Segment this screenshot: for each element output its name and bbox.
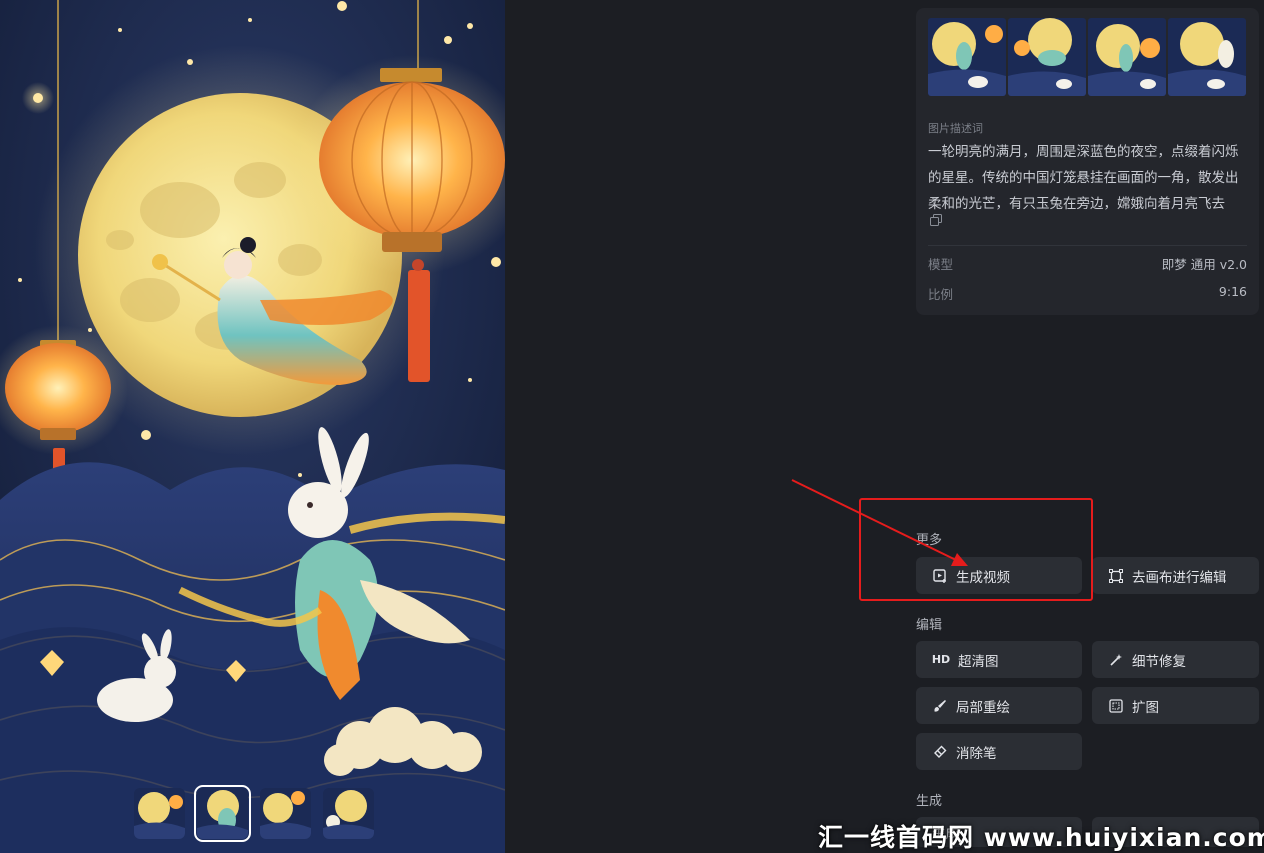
divider — [928, 245, 1247, 246]
crop-canvas-icon — [1108, 568, 1124, 584]
ratio-key: 比例 — [928, 287, 954, 302]
eraser-button[interactable]: 消除笔 — [916, 733, 1082, 770]
variant-thumb-1[interactable] — [134, 788, 185, 839]
model-key: 模型 — [928, 257, 954, 272]
variant-thumb-2[interactable] — [194, 785, 251, 842]
partial-redraw-label: 局部重绘 — [956, 699, 1010, 716]
detail-repair-button[interactable]: 细节修复 — [1092, 641, 1259, 678]
canvas-edit-button[interactable]: 去画布进行编辑 — [1092, 557, 1259, 594]
eraser-icon — [932, 744, 948, 760]
variant-thumb-3[interactable] — [260, 788, 311, 839]
description-label: 图片描述词 — [928, 122, 983, 135]
variant-thumb-4[interactable] — [323, 788, 374, 839]
expand-frame-icon — [1108, 698, 1124, 714]
result-image-1[interactable] — [928, 18, 1006, 96]
eraser-label: 消除笔 — [956, 745, 997, 762]
partial-redraw-button[interactable]: 局部重绘 — [916, 687, 1082, 724]
variant-thumbnails — [134, 785, 374, 842]
brush-icon — [932, 698, 948, 714]
expand-button[interactable]: 扩图 — [1092, 687, 1259, 724]
model-value: 即梦 通用 v2.0 — [1161, 257, 1247, 272]
magic-wand-icon — [1108, 652, 1124, 668]
result-image-grid — [928, 18, 1246, 96]
section-generate-title: 生成 — [916, 794, 943, 809]
model-row: 模型 即梦 通用 v2.0 — [928, 254, 1247, 273]
section-edit-title: 编辑 — [916, 618, 943, 633]
hd-icon: HD — [931, 653, 951, 666]
ratio-value: 9:16 — [1218, 284, 1247, 299]
canvas-edit-label: 去画布进行编辑 — [1132, 569, 1227, 586]
copy-icon[interactable] — [930, 211, 942, 226]
result-image-3[interactable] — [1088, 18, 1166, 96]
description-text: 一轮明亮的满月，周围是深蓝色的夜空，点缀着闪烁的星星。传统的中国灯笼悬挂在画面的… — [928, 144, 1239, 212]
result-image-2[interactable] — [1008, 18, 1086, 96]
expand-label: 扩图 — [1132, 699, 1159, 716]
detail-repair-label: 细节修复 — [1132, 653, 1186, 670]
main-image[interactable] — [0, 0, 505, 853]
mid-autumn-artwork — [0, 0, 505, 853]
super-clear-label: 超清图 — [958, 653, 999, 670]
annotation-highlight-box — [859, 498, 1093, 601]
result-image-4[interactable] — [1168, 18, 1246, 96]
image-info-card: 图片描述词 一轮明亮的满月，周围是深蓝色的夜空，点缀着闪烁的星星。传统的中国灯笼… — [916, 8, 1259, 315]
super-clear-button[interactable]: HD 超清图 — [916, 641, 1082, 678]
ratio-row: 比例 9:16 — [928, 284, 1247, 303]
watermark-text: 汇一线首码网 www.huiyixian.com — [818, 823, 1264, 852]
